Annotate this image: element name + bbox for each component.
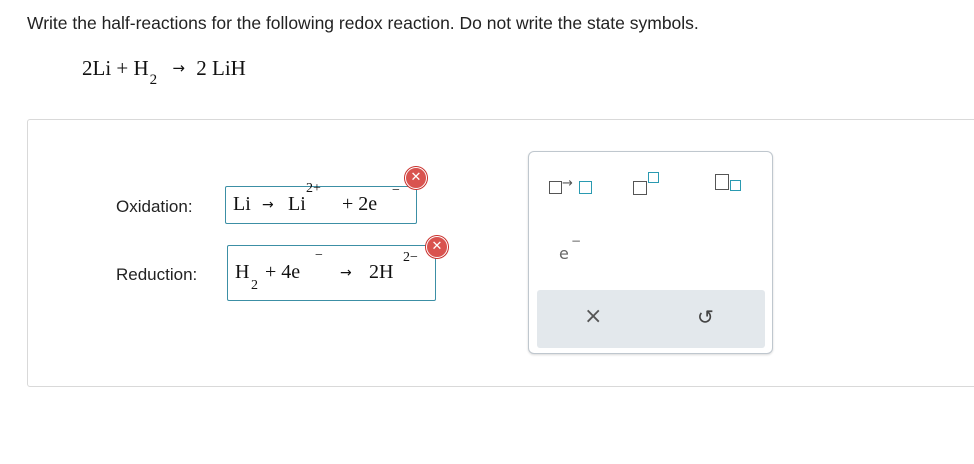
reduction-product-charge: 2− [403, 250, 418, 265]
box-teal-icon [579, 181, 592, 194]
palette-footer: × ↺ [537, 290, 765, 348]
arrow-icon: → [562, 176, 573, 191]
reduction-answer-box[interactable]: H 2 + 4e − → 2H 2− [227, 245, 436, 301]
oxidation-electron-charge: − [392, 183, 400, 198]
oxidation-product-charge: 2+ [306, 181, 321, 196]
oxidation-label: Oxidation: [116, 197, 193, 216]
answer-panel: Oxidation: Li → Li 2+ + 2e − ✕ Reduction… [27, 119, 974, 387]
reduction-arrow: → [340, 265, 352, 281]
reaction-arrow-template-button[interactable]: → [549, 176, 597, 198]
oxidation-arrow: → [262, 197, 274, 213]
base-box-icon [633, 181, 647, 195]
clear-icon[interactable]: × [584, 304, 602, 329]
oxidation-error-close-icon[interactable]: ✕ [405, 167, 427, 189]
equation-left-subscript: 2 [149, 72, 158, 88]
chem-palette: → e − × ↺ [528, 151, 773, 354]
oxidation-reactant: Li [233, 193, 251, 215]
electron-button[interactable]: e − [559, 234, 583, 264]
electron-symbol: e [559, 244, 569, 263]
equation-right: 2 LiH [196, 56, 246, 80]
reduction-product: 2H [369, 261, 394, 283]
subscript-template-button[interactable] [715, 174, 747, 200]
question-prompt: Write the half-reactions for the followi… [27, 13, 699, 33]
oxidation-electrons: + 2e [342, 193, 378, 215]
oxidation-answer-box[interactable]: Li → Li 2+ + 2e − [225, 181, 417, 224]
equation-left: 2Li + H [82, 56, 149, 80]
reduction-label: Reduction: [116, 265, 198, 284]
reduction-electrons: + 4e [265, 261, 301, 283]
oxidation-product: Li [288, 193, 306, 215]
undo-icon[interactable]: ↺ [697, 305, 714, 329]
superscript-box-icon [648, 172, 659, 183]
reduction-reactant: H [235, 261, 250, 283]
reduction-reactant-subscript: 2 [251, 278, 258, 293]
overall-equation: 2Li + H2 → 2 LiH [82, 56, 246, 88]
reduction-electron-charge: − [315, 248, 323, 263]
base-box-icon [715, 174, 729, 190]
subscript-box-icon [730, 180, 741, 191]
superscript-template-button[interactable] [633, 172, 665, 198]
reduction-error-close-icon[interactable]: ✕ [426, 236, 448, 258]
electron-charge: − [571, 234, 582, 248]
equation-arrow: → [172, 59, 185, 77]
box-icon [549, 181, 562, 194]
